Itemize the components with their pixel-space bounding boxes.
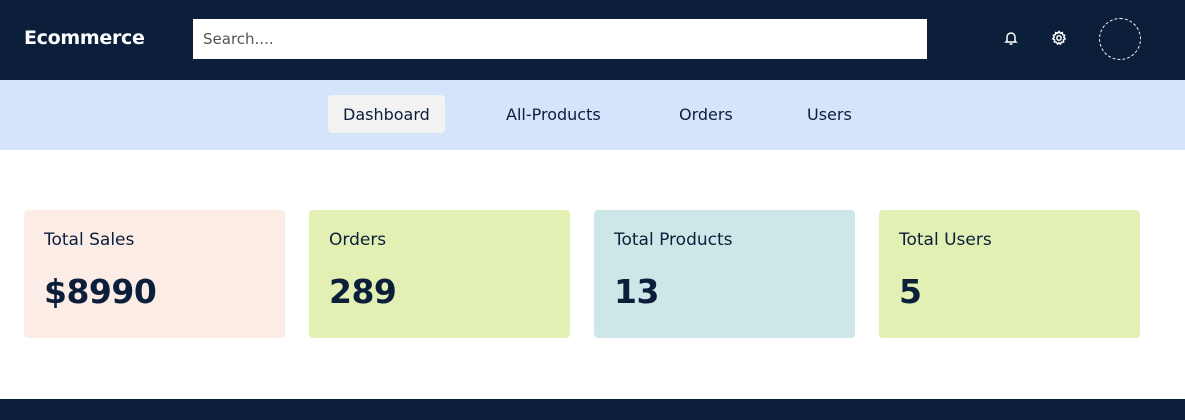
- main-nav: Dashboard All-Products Orders Users: [0, 80, 1185, 150]
- stat-label: Orders: [329, 230, 387, 250]
- stat-value: 289: [329, 272, 397, 311]
- stat-label: Total Products: [614, 230, 733, 250]
- top-bar: Ecommerce: [0, 0, 1185, 80]
- search-input[interactable]: [193, 19, 927, 59]
- stat-value: $8990: [44, 272, 157, 311]
- footer: [0, 399, 1185, 420]
- nav-item-dashboard[interactable]: Dashboard: [328, 95, 445, 133]
- stat-card-total-users: Total Users 5: [879, 210, 1140, 338]
- stat-card-orders: Orders 289: [309, 210, 570, 338]
- stat-card-total-products: Total Products 13: [594, 210, 855, 338]
- stat-value: 5: [899, 272, 922, 311]
- avatar[interactable]: [1099, 18, 1141, 60]
- nav-item-all-products[interactable]: All-Products: [491, 95, 616, 133]
- brand-logo[interactable]: Ecommerce: [24, 27, 145, 49]
- nav-item-label: Dashboard: [343, 104, 430, 124]
- stat-label: Total Users: [899, 230, 992, 250]
- nav-item-label: Orders: [679, 104, 733, 124]
- gear-icon[interactable]: [1049, 28, 1069, 48]
- nav-item-orders[interactable]: Orders: [664, 95, 748, 133]
- stat-card-total-sales: Total Sales $8990: [24, 210, 285, 338]
- bell-icon[interactable]: [1001, 28, 1021, 48]
- stat-value: 13: [614, 272, 659, 311]
- nav-item-label: All-Products: [506, 104, 601, 124]
- nav-item-users[interactable]: Users: [792, 95, 867, 133]
- nav-item-label: Users: [807, 104, 852, 124]
- stat-label: Total Sales: [44, 230, 135, 250]
